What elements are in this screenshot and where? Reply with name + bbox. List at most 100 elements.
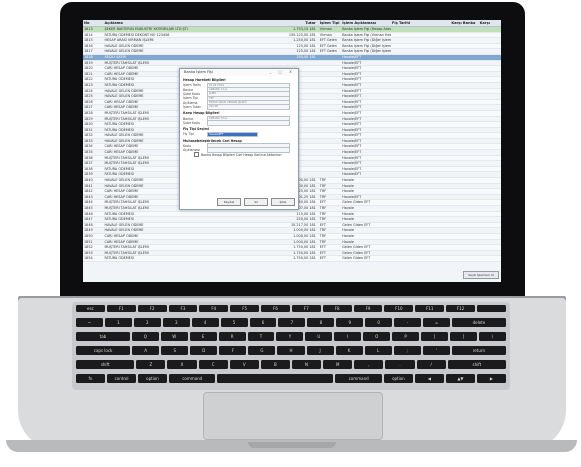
keyboard-key[interactable]: F — [219, 346, 247, 355]
keyboard-key[interactable]: V — [229, 360, 259, 369]
keyboard-key[interactable]: W — [160, 332, 188, 341]
keyboard-key[interactable]: M — [323, 360, 353, 369]
keyboard-key[interactable]: return — [451, 346, 506, 355]
keyboard-key[interactable]: 3 — [162, 318, 190, 327]
column-header[interactable]: Karşı Banka Şube — [479, 20, 501, 26]
keyboard-key[interactable]: H — [277, 346, 305, 355]
keyboard-key[interactable]: F2 — [137, 305, 167, 312]
keyboard-key[interactable]: A — [132, 346, 160, 355]
column-header[interactable]: Karşı Banka — [450, 20, 478, 26]
keyboard-key[interactable]: [ — [421, 332, 448, 341]
keyboard-key[interactable]: 1 — [104, 318, 132, 327]
column-header[interactable]: Tutar — [270, 20, 319, 26]
keyboard-key[interactable]: F10 — [384, 305, 414, 312]
keyboard-key[interactable]: option — [138, 374, 167, 383]
keyboard-key[interactable]: G — [248, 346, 276, 355]
keyboard-key[interactable]: F9 — [353, 305, 383, 312]
keyboard-key[interactable]: F12 — [446, 305, 475, 312]
keyboard-key[interactable]: R — [218, 332, 246, 341]
trackpad[interactable] — [203, 392, 383, 440]
keyboard-key[interactable]: F3 — [168, 305, 198, 312]
keyboard-key[interactable]: , — [354, 360, 384, 369]
save-button[interactable]: Kaydet — [217, 198, 241, 206]
keyboard-key[interactable]: / — [416, 360, 446, 369]
keyboard-key[interactable]: Z — [136, 360, 166, 369]
keyboard-key[interactable]: delete — [451, 318, 506, 327]
column-header[interactable]: İşlem Tipi — [319, 20, 341, 26]
keyboard-key[interactable]: caps lock — [76, 346, 131, 355]
column-header[interactable]: Fiş Tarihi — [391, 20, 450, 26]
keyboard-key[interactable]: command — [169, 374, 216, 383]
window-controls-icon[interactable]: _ □ ✕ — [270, 69, 299, 76]
table-cell — [319, 156, 341, 161]
keyboard-key[interactable]: 2 — [133, 318, 161, 327]
keyboard-key[interactable]: I — [334, 332, 362, 341]
delete-button[interactable]: Sil — [244, 198, 268, 206]
keyboard-key[interactable]: 0 — [365, 318, 393, 327]
keyboard-key[interactable]: F4 — [199, 305, 229, 312]
keyboard-key[interactable]: ▶ — [476, 374, 506, 383]
keyboard-key[interactable]: ▲▼ — [445, 374, 475, 383]
keyboard-key[interactable]: ] — [450, 332, 477, 341]
column-header[interactable]: Açıklama — [103, 20, 270, 26]
keyboard-key[interactable]: 7 — [278, 318, 306, 327]
keyboard-key[interactable]: 9 — [336, 318, 364, 327]
keyboard-key[interactable]: F7 — [291, 305, 321, 312]
column-header[interactable]: No — [83, 20, 103, 26]
keyboard-key[interactable]: ; — [393, 346, 421, 355]
keyboard-key[interactable]: B — [260, 360, 290, 369]
field-input[interactable] — [207, 120, 290, 126]
keyboard-key[interactable]: F11 — [415, 305, 445, 312]
keyboard-key[interactable]: 5 — [220, 318, 248, 327]
keyboard-key[interactable]: O — [363, 332, 391, 341]
keyboard-key[interactable]: shift — [447, 360, 506, 369]
keyboard-key[interactable]: . — [385, 360, 415, 369]
keyboard-key[interactable]: T — [247, 332, 275, 341]
keyboard-key[interactable]: \ — [478, 332, 506, 341]
keyboard-key[interactable]: F6 — [261, 305, 290, 312]
keyboard-key[interactable]: tab — [76, 332, 130, 341]
table-cell: 1817 — [84, 49, 93, 54]
keyboard-key[interactable]: P — [392, 332, 420, 341]
keyboard-key[interactable] — [476, 305, 506, 312]
keyboard-key[interactable]: N — [291, 360, 322, 369]
voucher-type-select[interactable]: Havale/EFT — [207, 131, 258, 138]
keyboard-key[interactable]: U — [305, 332, 333, 341]
keyboard-key[interactable]: shift — [76, 360, 135, 369]
column-header[interactable]: İşlem Açıklaması — [341, 20, 391, 26]
keyboard-key[interactable]: S — [161, 346, 189, 355]
keyboard-key[interactable]: fn — [76, 374, 105, 383]
table-cell: EFT Gelen — [319, 43, 337, 48]
keyboard-key[interactable]: L — [364, 346, 392, 355]
spacebar-key[interactable] — [217, 374, 334, 383]
keyboard-key[interactable]: J — [306, 346, 334, 355]
keyboard-key[interactable]: E — [189, 332, 217, 341]
keyboard-key[interactable]: - — [394, 318, 422, 327]
keyboard-key[interactable]: K — [335, 346, 363, 355]
keyboard-key[interactable]: 8 — [307, 318, 335, 327]
keyboard-key[interactable]: 6 — [249, 318, 277, 327]
keyboard-key[interactable]: D — [190, 346, 218, 355]
keyboard-key[interactable]: = — [423, 318, 450, 327]
keyboard-key[interactable]: esc — [76, 305, 105, 312]
keyboard-key[interactable]: F8 — [322, 305, 352, 312]
keyboard-key[interactable]: F5 — [230, 305, 260, 312]
keyboard-key[interactable]: option — [383, 374, 413, 383]
transfer-checkbox-row[interactable]: Banka Hesap Bilgileri Cari Hesap Kartına… — [180, 152, 298, 158]
keyboard-key[interactable]: control — [107, 374, 136, 383]
keyboard-key[interactable]: F1 — [106, 305, 136, 312]
select-transactions-button[interactable]: Seçili İşlemleri Al — [463, 271, 499, 279]
cancel-button[interactable]: İptal — [271, 198, 295, 206]
keyboard-key[interactable]: 4 — [191, 318, 219, 327]
keyboard-key[interactable]: ◀ — [414, 374, 444, 383]
keyboard-key[interactable]: ~ — [76, 318, 103, 327]
keyboard-key[interactable]: X — [167, 360, 197, 369]
keyboard-key[interactable]: command — [335, 374, 382, 383]
keyboard-key[interactable]: Q — [131, 332, 159, 341]
keyboard-key[interactable]: Y — [276, 332, 304, 341]
field-input[interactable]: 250,00 — [207, 104, 290, 110]
table-row[interactable]: 1854 FATURA ÖDEMESİ 1.750,00 181 EFT Gelen G… — [83, 256, 501, 262]
transfer-checkbox[interactable] — [194, 152, 199, 158]
keyboard-key[interactable]: ' — [422, 346, 450, 355]
keyboard-key[interactable]: C — [198, 360, 228, 369]
